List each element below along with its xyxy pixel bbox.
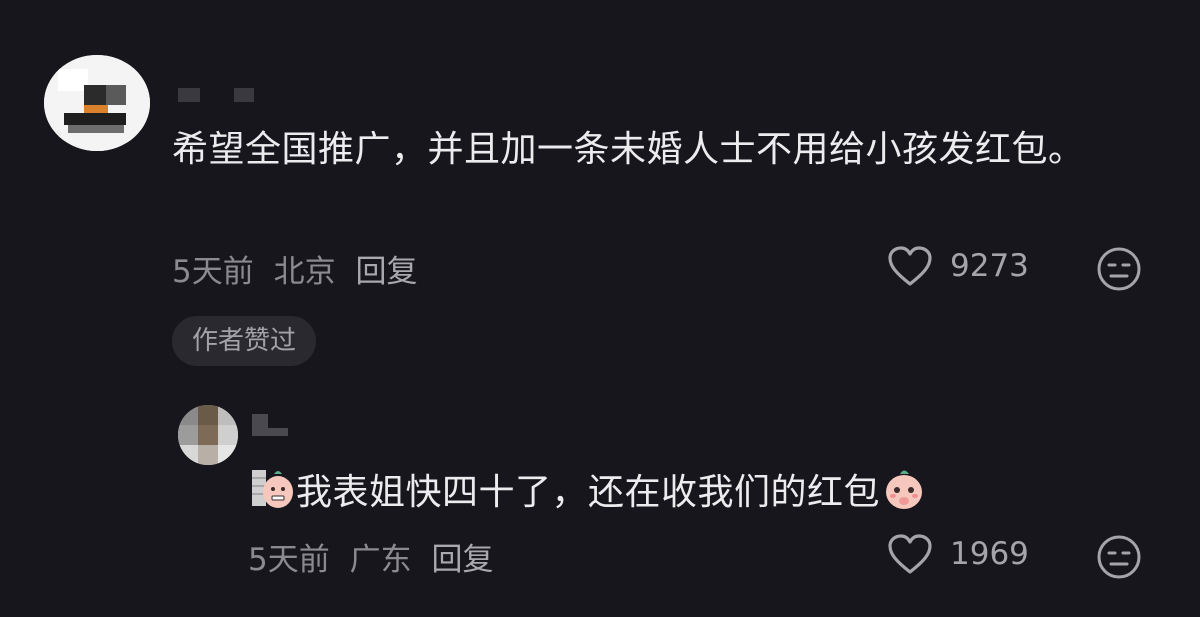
username-redacted[interactable] <box>178 86 258 104</box>
grimace-sticker-icon <box>252 470 293 508</box>
reply-text: 我表姐快四十了，还在收我们的红包 <box>248 464 1148 521</box>
reply-text-content: 我表姐快四十了，还在收我们的红包 <box>296 472 881 513</box>
avatar-image <box>178 405 238 465</box>
like-button[interactable]: 1969 <box>886 532 1029 576</box>
comment-item: 希望全国推广，并且加一条未婚人士不用给小孩发红包。 5天前 北京 回复 9273… <box>0 0 1200 380</box>
comment-location: 北京 <box>273 254 336 290</box>
like-count: 9273 <box>950 248 1029 284</box>
username-redacted[interactable] <box>252 412 292 438</box>
reply-button[interactable]: 回复 <box>355 254 417 290</box>
like-button[interactable]: 9273 <box>886 244 1029 288</box>
heart-outline-icon <box>888 534 932 574</box>
meh-face-icon[interactable] <box>1096 534 1142 580</box>
like-count: 1969 <box>950 536 1029 572</box>
avatar[interactable] <box>178 405 238 465</box>
comment-meta: 5天前 北京 回复 <box>172 246 417 291</box>
reply-meta: 5天前 广东 回复 <box>248 534 493 579</box>
meh-face-icon[interactable] <box>1096 246 1142 292</box>
reply-button[interactable]: 回复 <box>431 542 493 578</box>
reply-location: 广东 <box>349 542 412 578</box>
reply-item: 我表姐快四十了，还在收我们的红包 5天前 广东 回复 1969 <box>0 390 1200 617</box>
author-liked-badge: 作者赞过 <box>172 316 317 366</box>
reply-time: 5天前 <box>248 542 330 578</box>
avatar[interactable] <box>44 55 150 151</box>
comment-time: 5天前 <box>172 254 254 290</box>
comment-text: 希望全国推广，并且加一条未婚人士不用给小孩发红包。 <box>172 129 1085 170</box>
heart-outline-icon <box>888 246 932 286</box>
avatar-image <box>44 55 150 151</box>
shy-peach-sticker-icon <box>886 470 923 509</box>
